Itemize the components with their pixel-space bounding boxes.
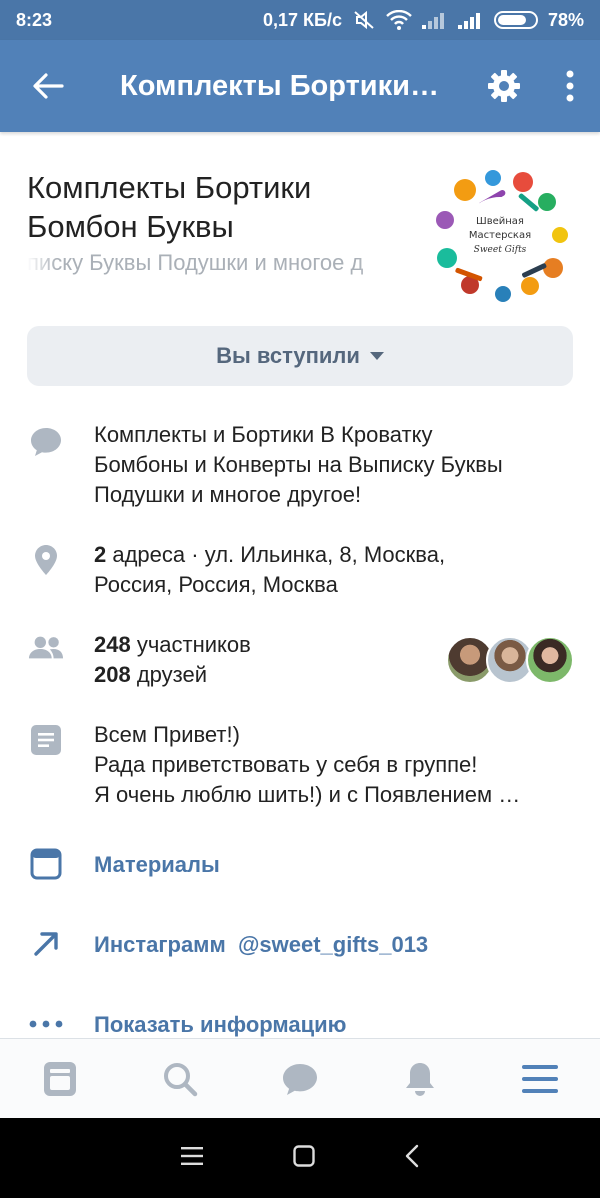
bottom-navigation: [0, 1038, 600, 1118]
header-title: Комплекты Бортики…: [120, 69, 439, 102]
instagram-link[interactable]: Инстаграмм @sweet_gifts_013: [0, 926, 600, 966]
materials-label: Материалы: [94, 852, 220, 877]
status-icons: 0,17 КБ/с 78%: [263, 9, 584, 31]
about-line-1: Всем Привет!): [94, 722, 240, 747]
group-avatar[interactable]: Швейная Мастерская Sweet Gifts: [425, 160, 575, 310]
search-icon: [164, 1062, 198, 1096]
materials-link[interactable]: Материалы: [0, 846, 600, 886]
system-back-button[interactable]: [405, 1144, 419, 1173]
network-speed: 0,17 КБ/с: [262, 9, 342, 30]
show-info-link[interactable]: Показать информацию: [0, 1006, 600, 1040]
description-line-1: Комплекты и Бортики В Кроватку: [94, 422, 433, 447]
gear-icon: [488, 70, 520, 102]
battery-icon: [493, 11, 538, 29]
address-line-1: 2 адреса · ул. Ильинка, 8, Москва,: [94, 540, 445, 570]
members-count: 248: [94, 632, 131, 657]
location-pin-icon: [28, 542, 64, 578]
arrow-up-right-icon: [28, 926, 64, 962]
group-status: писку Буквы Подушки и многое д: [27, 250, 364, 275]
members-row[interactable]: 248 участников 208 друзей: [0, 630, 600, 692]
news-icon: [44, 1061, 76, 1096]
messages-icon: [283, 1063, 317, 1095]
members-text: 248 участников 208 друзей: [94, 630, 251, 690]
about-line-3: Я очень люблю шить!) и с Появлением …: [94, 782, 521, 807]
system-navigation-bar: [0, 1118, 600, 1198]
group-header: Комплекты Бортики Бомбон Буквы писку Бук…: [0, 132, 600, 322]
friends-count: 208: [94, 662, 131, 687]
joined-button[interactable]: Вы вступили: [27, 326, 573, 386]
description-line-2: Бомбоны и Конверты на Выписку Буквы: [94, 452, 503, 477]
nav-menu[interactable]: [480, 1039, 600, 1118]
nav-search[interactable]: [120, 1039, 240, 1118]
document-icon: [28, 722, 64, 758]
bell-icon: [406, 1062, 434, 1096]
about-text: Всем Привет!) Рада приветствовать у себя…: [94, 720, 520, 810]
address-count-label: адреса · ул. Ильинка, 8, Москва,: [106, 542, 446, 567]
recent-apps-icon: [181, 1146, 203, 1165]
avatar-text-3: Sweet Gifts: [474, 245, 527, 255]
address-row[interactable]: 2 адреса · ул. Ильинка, 8, Москва, Росси…: [0, 540, 600, 606]
members-line: 248 участников: [94, 630, 251, 660]
description-row: Комплекты и Бортики В Кроватку Бомбоны и…: [0, 420, 600, 520]
status-bar: 8:23 0,17 КБ/с 78%: [0, 0, 600, 40]
people-icon: [28, 630, 64, 666]
description-text: Комплекты и Бортики В Кроватку Бомбоны и…: [94, 420, 503, 510]
battery-fill: [497, 15, 527, 25]
nav-notifications[interactable]: [360, 1039, 480, 1118]
signal-icon-1: [421, 11, 448, 29]
settings-button[interactable]: [468, 40, 540, 132]
members-label: участников: [130, 632, 251, 657]
mute-icon: [352, 9, 376, 31]
more-horizontal-icon: [28, 1006, 64, 1040]
chevron-down-icon: [369, 352, 384, 360]
show-info-label: Показать информацию: [94, 1012, 347, 1037]
chevron-left-icon: [405, 1144, 419, 1167]
signal-icon-2: [457, 11, 484, 29]
avatar-text-1: Швейная: [476, 216, 524, 227]
battery-percent: 78%: [547, 9, 584, 30]
nav-messages[interactable]: [240, 1039, 360, 1118]
member-avatars[interactable]: [446, 636, 574, 684]
menu-icon: [522, 1064, 558, 1093]
browser-window-icon: [28, 846, 64, 882]
back-button[interactable]: [0, 40, 96, 132]
address-text: 2 адреса · ул. Ильинка, 8, Москва, Росси…: [94, 540, 445, 600]
more-options-button[interactable]: [540, 40, 600, 132]
group-avatar-image: Швейная Мастерская Sweet Gifts: [425, 160, 575, 310]
avatar: [526, 636, 574, 684]
description-line-3: Подушки и многое другое!: [94, 482, 362, 507]
wifi-icon: [386, 10, 412, 30]
home-icon: [293, 1144, 315, 1167]
instagram-label: Инстаграмм @sweet_gifts_013: [94, 932, 429, 957]
joined-button-label: Вы вступили: [216, 343, 360, 368]
nav-news[interactable]: [0, 1039, 120, 1118]
status-time: 8:23: [16, 9, 53, 30]
address-count: 2: [94, 542, 107, 567]
group-name: Комплекты Бортики Бомбон Буквы: [27, 170, 312, 244]
about-line-2: Рада приветствовать у себя в группе!: [94, 752, 478, 777]
avatar-text-2: Мастерская: [469, 230, 531, 241]
speech-bubble-icon: [28, 424, 64, 460]
friends-label: друзей: [130, 662, 208, 687]
about-row[interactable]: Всем Привет!) Рада приветствовать у себя…: [0, 720, 600, 816]
recent-apps-button[interactable]: [181, 1146, 203, 1170]
home-button[interactable]: [293, 1144, 315, 1172]
more-vertical-icon: [566, 70, 574, 102]
app-header: Комплекты Бортики…: [0, 40, 600, 132]
address-line-2: Россия, Россия, Москва: [94, 572, 338, 597]
arrow-left-icon: [33, 73, 64, 99]
friends-line: 208 друзей: [94, 660, 251, 690]
